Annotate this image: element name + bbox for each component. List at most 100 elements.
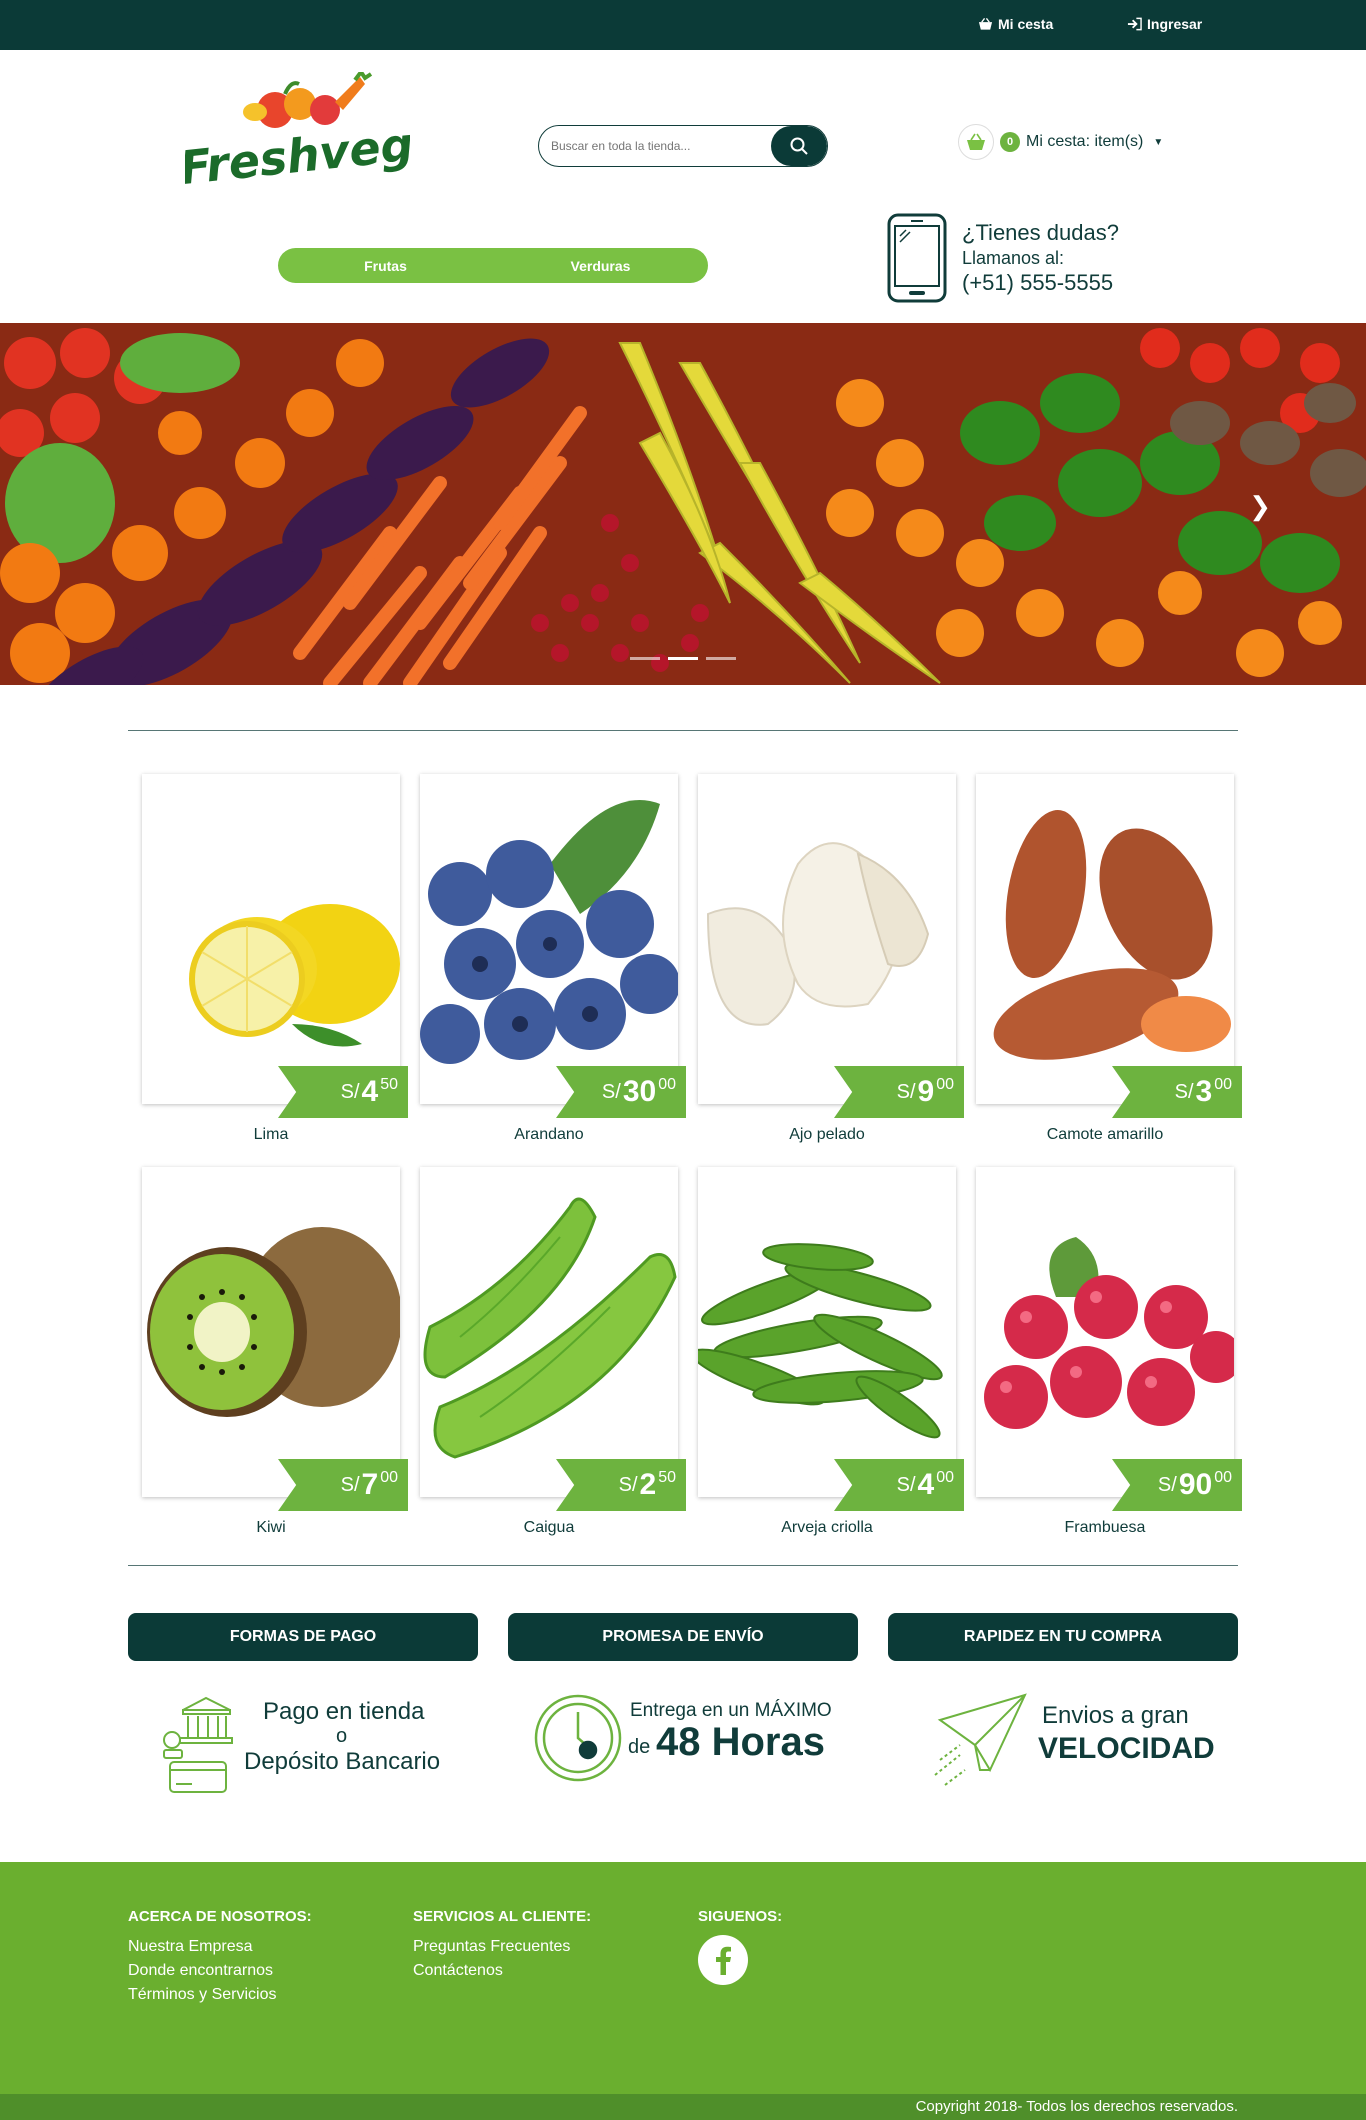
kiwi-image	[147, 1227, 400, 1417]
search-box	[538, 125, 828, 167]
product-card[interactable]: S/ 4 00 Arveja criolla	[698, 1167, 964, 1557]
product-name[interactable]: Caigua	[420, 1519, 678, 1537]
top-cart-label: Mi cesta	[998, 16, 1054, 32]
formas-de-pago-button[interactable]: FORMAS DE PAGO	[128, 1613, 478, 1661]
hero-banner[interactable]: ❯	[0, 323, 1366, 685]
price-tag: S/ 4 50	[278, 1066, 408, 1118]
feature-rapidez: Envios a gran VELOCIDAD	[930, 1680, 1230, 1800]
product-image[interactable]	[420, 1167, 678, 1497]
chevron-right-icon[interactable]: ❯	[1249, 491, 1271, 522]
product-card[interactable]: S/ 2 50 Caigua	[420, 1167, 686, 1557]
hero-image	[0, 323, 1366, 685]
cart-text: Mi cesta: item(s)	[1026, 133, 1144, 150]
pago-line1: Pago en tienda	[263, 1698, 425, 1725]
product-image[interactable]	[142, 1167, 400, 1497]
product-card[interactable]: S/ 9 00 Ajo pelado	[698, 774, 964, 1164]
product-name[interactable]: Arveja criolla	[698, 1519, 956, 1537]
logo-text: Freshveg	[185, 117, 410, 195]
product-card[interactable]: S/ 3 00 Camote amarillo	[976, 774, 1242, 1164]
product-name[interactable]: Arandano	[420, 1126, 678, 1144]
garlic-image	[706, 842, 930, 1026]
product-card[interactable]: S/ 90 00 Frambuesa	[976, 1167, 1242, 1557]
carousel-dot-active[interactable]	[668, 657, 698, 660]
basket-icon	[958, 124, 994, 160]
sign-in-icon	[1127, 17, 1142, 31]
product-card[interactable]: S/ 7 00 Kiwi	[142, 1167, 408, 1557]
header-cart[interactable]: 0 Mi cesta: item(s) ▼	[958, 124, 1163, 160]
logo-graphic: Freshveg	[174, 68, 419, 198]
product-image[interactable]	[698, 1167, 956, 1497]
rapidez-line1: Envios a gran	[1042, 1702, 1189, 1729]
pago-line2: o	[336, 1725, 348, 1747]
footer-about-title: ACERCA DE NOSOTROS:	[128, 1908, 312, 1925]
footer-link[interactable]: Términos y Servicios	[128, 1983, 312, 2007]
product-image[interactable]	[142, 774, 400, 1104]
envio-line1: Entrega en un MÁXIMO	[630, 1700, 832, 1721]
footer-link[interactable]: Donde encontrarnos	[128, 1959, 312, 1983]
search-icon	[790, 137, 808, 155]
price-tag: S/ 90 00	[1112, 1459, 1242, 1511]
product-image[interactable]	[420, 774, 678, 1104]
raspberry-image	[984, 1237, 1234, 1429]
footer-services: SERVICIOS AL CLIENTE: Preguntas Frecuent…	[413, 1908, 591, 1983]
price-tag: S/ 3 00	[1112, 1066, 1242, 1118]
blueberry-image	[420, 800, 678, 1064]
help-question: ¿Tienes dudas?	[962, 220, 1119, 245]
envio-de: de	[628, 1736, 651, 1758]
carousel-dot[interactable]	[630, 657, 660, 660]
help-contact: ¿Tienes dudas? Llamanos al: (+51) 555-55…	[886, 210, 1166, 305]
help-phone: (+51) 555-5555	[962, 270, 1114, 295]
promesa-de-envio-button[interactable]: PROMESA DE ENVÍO	[508, 1613, 858, 1661]
caigua-image	[423, 1197, 677, 1459]
copyright: Copyright 2018- Todos los derechos reser…	[0, 2094, 1366, 2120]
feature-pago: Pago en tienda o Depósito Bancario	[158, 1680, 458, 1800]
basket-icon	[978, 17, 993, 30]
footer-services-title: SERVICIOS AL CLIENTE:	[413, 1908, 592, 1925]
footer-link[interactable]: Nuestra Empresa	[128, 1935, 312, 1959]
rapidez-line2: VELOCIDAD	[1038, 1732, 1215, 1765]
nav-verduras[interactable]: Verduras	[493, 248, 708, 283]
footer-link[interactable]: Contáctenos	[413, 1959, 591, 1983]
footer-social-title: SIGUENOS:	[698, 1908, 783, 1925]
feature-envio: Entrega en un MÁXIMO de 48 Horas	[532, 1680, 852, 1800]
top-bar: Mi cesta Ingresar	[0, 0, 1366, 50]
product-card[interactable]: S/ 4 50 Lima	[142, 774, 408, 1164]
divider	[128, 1565, 1238, 1566]
product-card[interactable]: S/ 30 00 Arandano	[420, 774, 686, 1164]
footer-link[interactable]: Preguntas Frecuentes	[413, 1935, 591, 1959]
price-tag: S/ 2 50	[556, 1459, 686, 1511]
divider	[128, 730, 1238, 731]
cart-count-badge: 0	[1000, 132, 1020, 152]
price-tag: S/ 7 00	[278, 1459, 408, 1511]
envio-line2: 48 Horas	[656, 1720, 825, 1764]
product-name[interactable]: Camote amarillo	[976, 1126, 1234, 1144]
pago-line3: Depósito Bancario	[244, 1748, 441, 1775]
login-link[interactable]: Ingresar	[1127, 16, 1202, 32]
top-cart-link[interactable]: Mi cesta	[978, 16, 1053, 32]
product-name[interactable]: Kiwi	[142, 1519, 400, 1537]
footer: ACERCA DE NOSOTROS: Nuestra Empresa Dond…	[0, 1862, 1366, 2094]
search-button[interactable]	[771, 126, 827, 166]
logo[interactable]: Freshveg	[174, 68, 419, 202]
product-name[interactable]: Lima	[142, 1126, 400, 1144]
product-image[interactable]	[698, 774, 956, 1104]
search-input[interactable]	[539, 126, 771, 166]
caret-down-icon: ▼	[1153, 136, 1164, 148]
footer-about: ACERCA DE NOSOTROS: Nuestra Empresa Dond…	[128, 1908, 312, 2007]
category-nav: Frutas Verduras	[278, 248, 708, 283]
lemon-image	[189, 904, 400, 1047]
pea-pods-image	[698, 1243, 943, 1439]
product-image[interactable]	[976, 774, 1234, 1104]
nav-frutas[interactable]: Frutas	[278, 248, 493, 283]
product-name[interactable]: Frambuesa	[976, 1519, 1234, 1537]
carousel-dots	[630, 657, 736, 660]
product-image[interactable]	[976, 1167, 1234, 1497]
price-tag: S/ 9 00	[834, 1066, 964, 1118]
carousel-dot[interactable]	[706, 657, 736, 660]
rapidez-en-tu-compra-button[interactable]: RAPIDEZ EN TU COMPRA	[888, 1613, 1238, 1661]
product-name[interactable]: Ajo pelado	[698, 1126, 956, 1144]
bank-payment-icon	[163, 1696, 233, 1793]
clock-delivery-icon	[534, 1694, 622, 1782]
facebook-icon[interactable]	[698, 1935, 748, 1985]
paper-plane-icon	[934, 1693, 1027, 1786]
